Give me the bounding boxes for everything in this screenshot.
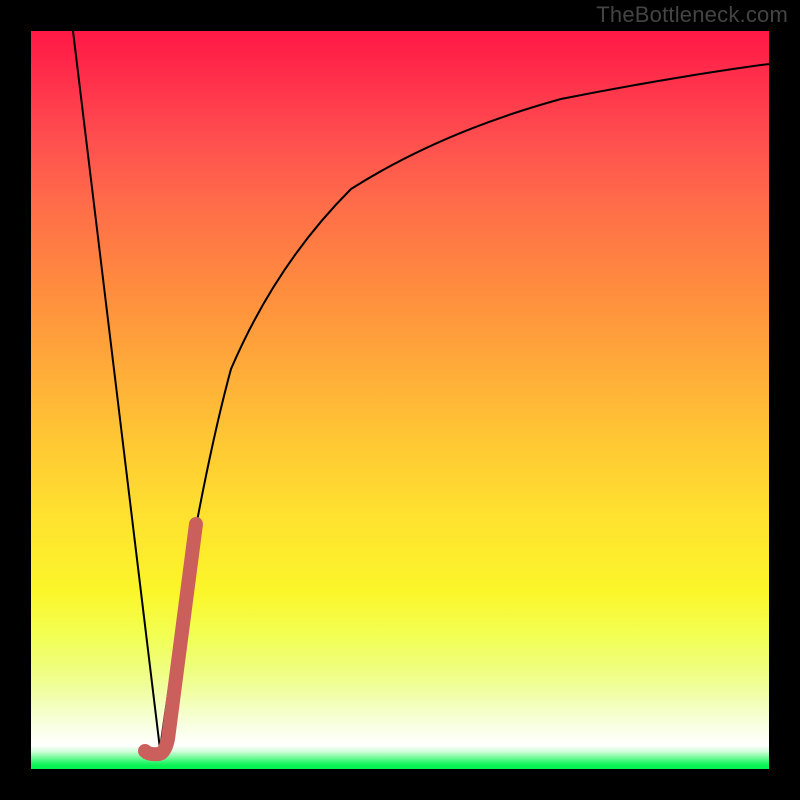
chart-frame: TheBottleneck.com bbox=[0, 0, 800, 800]
left-descent-line bbox=[73, 31, 160, 749]
plot-area bbox=[31, 31, 769, 769]
right-growth-curve bbox=[160, 64, 769, 749]
curves-layer bbox=[31, 31, 769, 769]
highlight-j-stroke bbox=[145, 524, 196, 754]
watermark-text: TheBottleneck.com bbox=[596, 2, 788, 28]
